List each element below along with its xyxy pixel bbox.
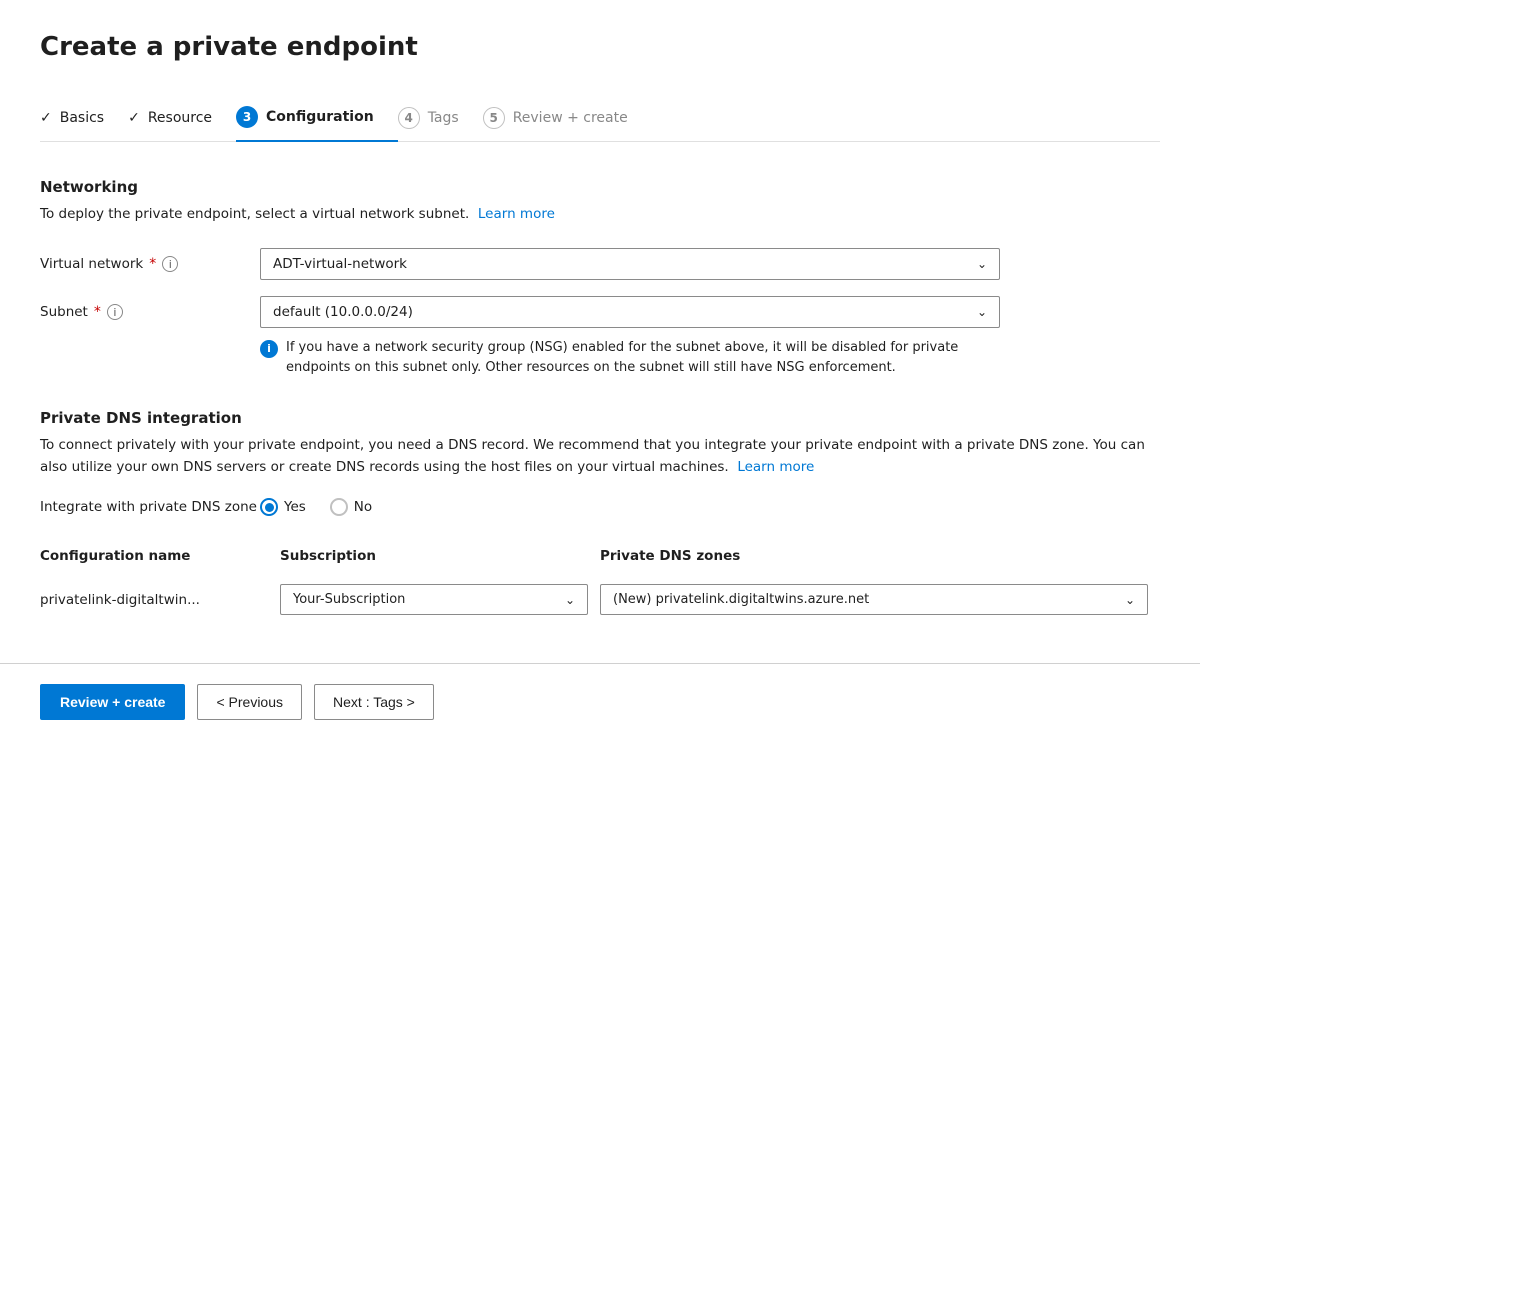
review-create-button[interactable]: Review + create — [40, 684, 185, 720]
private-dns-description: To connect privately with your private e… — [40, 435, 1160, 478]
integrate-dns-label: Integrate with private DNS zone — [40, 499, 260, 515]
radio-no[interactable]: No — [330, 498, 372, 516]
col-dns-zones: Private DNS zones — [600, 540, 1160, 576]
radio-options: Yes No — [260, 498, 372, 516]
private-dns-learn-more[interactable]: Learn more — [737, 459, 814, 475]
step-review-create[interactable]: 5 Review + create — [483, 95, 652, 141]
radio-yes[interactable]: Yes — [260, 498, 306, 516]
step-review-create-label: Review + create — [513, 110, 628, 126]
previous-button[interactable]: < Previous — [197, 684, 302, 720]
table-row: privatelink-digitaltwin... Your-Subscrip… — [40, 576, 1160, 623]
nsg-notice-box: i If you have a network security group (… — [260, 338, 1000, 377]
step-tags-label: Tags — [428, 110, 459, 126]
step-resource-label: Resource — [148, 110, 212, 126]
radio-no-label: No — [354, 499, 372, 515]
step-basics[interactable]: ✓ Basics — [40, 98, 128, 138]
radio-no-circle — [330, 498, 348, 516]
step-configuration-label: Configuration — [266, 109, 374, 125]
next-button[interactable]: Next : Tags > — [314, 684, 434, 720]
radio-yes-dot — [265, 503, 274, 512]
page-title: Create a private endpoint — [40, 32, 1160, 62]
virtual-network-chevron-icon: ⌄ — [977, 257, 987, 271]
dns-table: Configuration name Subscription Private … — [40, 540, 1160, 623]
configuration-number: 3 — [236, 106, 258, 128]
review-create-number: 5 — [483, 107, 505, 129]
subnet-chevron-icon: ⌄ — [977, 305, 987, 319]
subnet-control: default (10.0.0.0/24) ⌄ i If you have a … — [260, 296, 1160, 377]
nsg-notice-text: If you have a network security group (NS… — [286, 338, 1000, 377]
row-subscription: Your-Subscription ⌄ — [280, 576, 600, 623]
virtual-network-row: Virtual network * i ADT-virtual-network … — [40, 248, 1160, 280]
virtual-network-info-icon[interactable]: i — [162, 256, 178, 272]
subnet-row: Subnet * i default (10.0.0.0/24) ⌄ i If … — [40, 296, 1160, 377]
step-basics-label: Basics — [60, 110, 104, 126]
virtual-network-control: ADT-virtual-network ⌄ — [260, 248, 1160, 280]
integrate-dns-row: Integrate with private DNS zone Yes No — [40, 498, 1160, 516]
radio-yes-label: Yes — [284, 499, 306, 515]
resource-check-icon: ✓ — [128, 110, 140, 126]
private-dns-section: Private DNS integration To connect priva… — [40, 409, 1160, 623]
virtual-network-label: Virtual network — [40, 256, 143, 272]
subscription-chevron-icon: ⌄ — [565, 593, 575, 607]
subnet-label-group: Subnet * i — [40, 296, 260, 320]
dns-zone-chevron-icon: ⌄ — [1125, 593, 1135, 607]
subnet-value: default (10.0.0.0/24) — [273, 304, 413, 320]
dns-zone-value: (New) privatelink.digitaltwins.azure.net — [613, 592, 869, 607]
networking-learn-more[interactable]: Learn more — [478, 206, 555, 222]
row-dns-zone: (New) privatelink.digitaltwins.azure.net… — [600, 576, 1160, 623]
col-subscription: Subscription — [280, 540, 600, 576]
subnet-dropdown[interactable]: default (10.0.0.0/24) ⌄ — [260, 296, 1000, 328]
virtual-network-dropdown[interactable]: ADT-virtual-network ⌄ — [260, 248, 1000, 280]
radio-yes-circle — [260, 498, 278, 516]
private-dns-title: Private DNS integration — [40, 409, 1160, 427]
tags-number: 4 — [398, 107, 420, 129]
networking-section: Networking To deploy the private endpoin… — [40, 178, 1160, 377]
virtual-network-label-group: Virtual network * i — [40, 248, 260, 272]
basics-check-icon: ✓ — [40, 110, 52, 126]
wizard-steps: ✓ Basics ✓ Resource 3 Configuration 4 Ta… — [40, 94, 1160, 142]
dns-zone-dropdown[interactable]: (New) privatelink.digitaltwins.azure.net… — [600, 584, 1148, 615]
step-configuration[interactable]: 3 Configuration — [236, 94, 398, 142]
subscription-dropdown[interactable]: Your-Subscription ⌄ — [280, 584, 588, 615]
subnet-label: Subnet — [40, 304, 88, 320]
step-tags[interactable]: 4 Tags — [398, 95, 483, 141]
col-config-name: Configuration name — [40, 540, 280, 576]
subnet-info-icon[interactable]: i — [107, 304, 123, 320]
subscription-value: Your-Subscription — [293, 592, 405, 607]
networking-title: Networking — [40, 178, 1160, 196]
virtual-network-value: ADT-virtual-network — [273, 256, 407, 272]
nsg-info-circle-icon: i — [260, 340, 278, 358]
subnet-required: * — [94, 304, 101, 320]
networking-description: To deploy the private endpoint, select a… — [40, 204, 1160, 224]
footer: Review + create < Previous Next : Tags > — [40, 664, 1160, 740]
step-resource[interactable]: ✓ Resource — [128, 98, 236, 138]
virtual-network-required: * — [149, 256, 156, 272]
row-config-name: privatelink-digitaltwin... — [40, 576, 280, 623]
